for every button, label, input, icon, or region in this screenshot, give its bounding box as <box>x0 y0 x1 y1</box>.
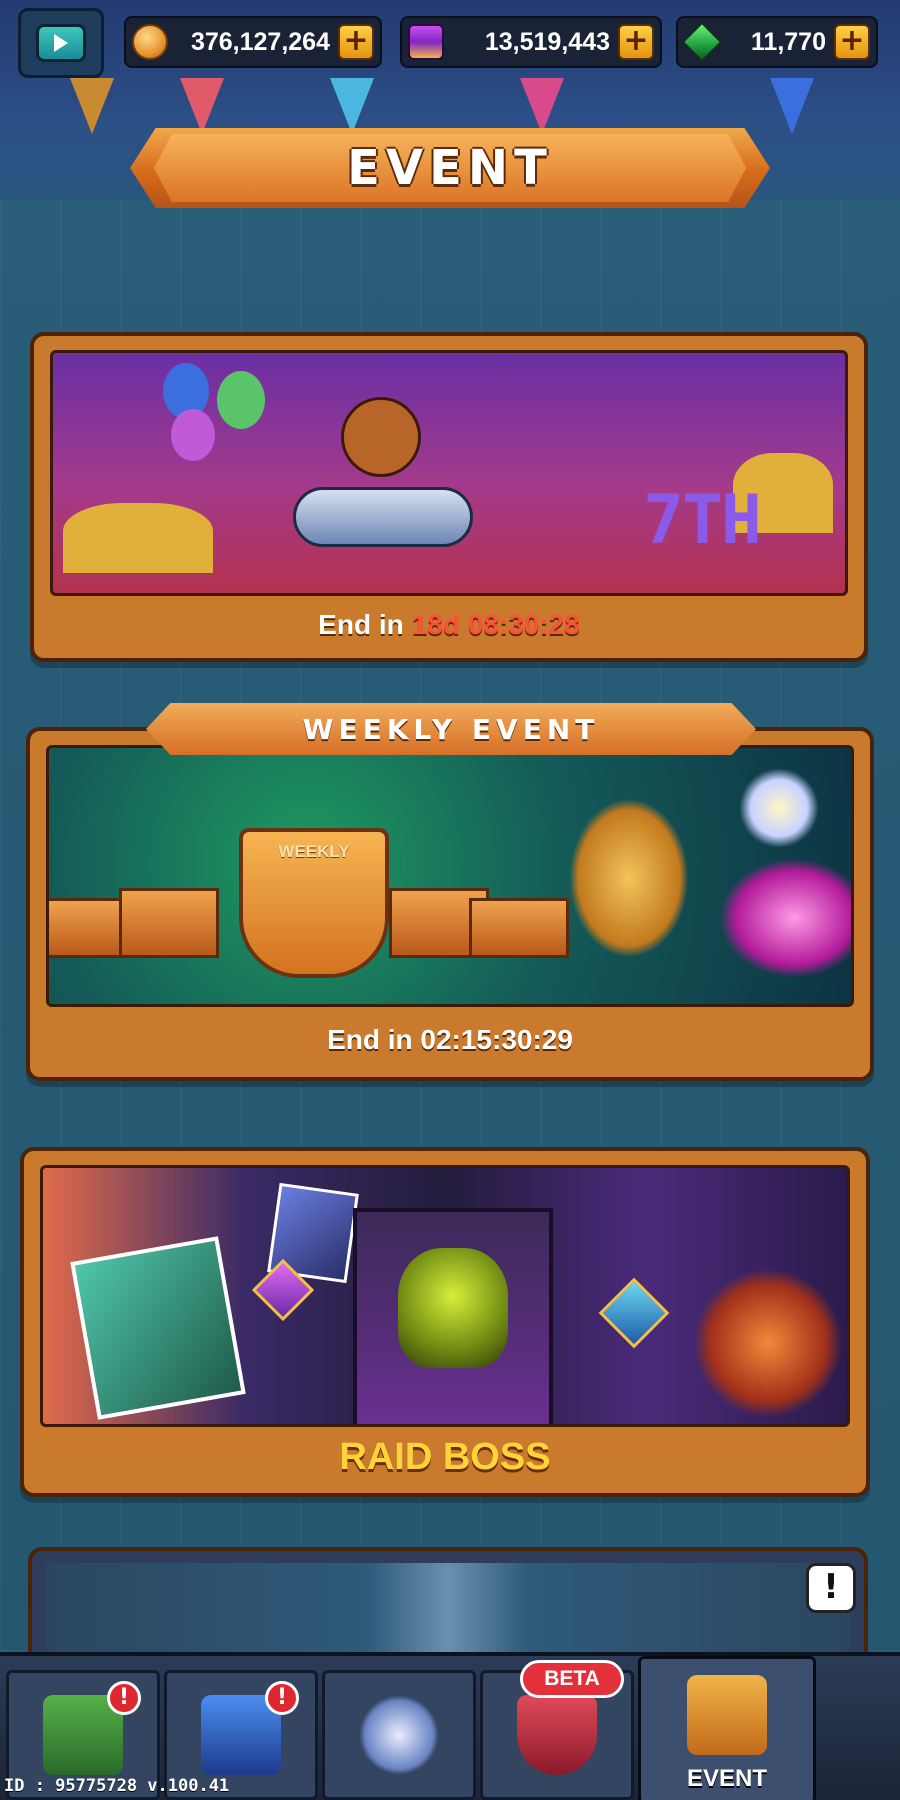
pink-winged-ship-icon <box>719 858 851 978</box>
bunting-flag <box>520 78 564 134</box>
nav-hangar[interactable] <box>322 1670 476 1800</box>
weekly-event-title: WEEKLY EVENT <box>302 712 600 746</box>
weekly-timer: End in 02:15:30:29 <box>327 1024 573 1055</box>
weekly-event-card[interactable]: WEEKLY End in 02:15:30:29 <box>26 727 874 1081</box>
anniversary-timer: End in 18d 08:30:28 <box>34 592 864 658</box>
golden-spaceship-icon <box>569 798 689 958</box>
timer-value: 18d 08:30:28 <box>411 609 580 640</box>
coin-amount: 376,127,264 <box>190 27 330 56</box>
add-crystals-button[interactable]: + <box>618 24 654 60</box>
add-gems-button[interactable]: + <box>834 24 870 60</box>
notification-badge: ! <box>265 1681 299 1715</box>
nav-event[interactable]: EVENT <box>638 1656 816 1800</box>
notification-badge: ! <box>107 1681 141 1715</box>
bunting-flag <box>180 78 224 134</box>
build-version-text: ID : 95775728 v.100.41 <box>4 1776 230 1796</box>
raid-boss-event-card[interactable]: RAID BOSS <box>20 1147 870 1497</box>
reward-box <box>119 888 219 958</box>
coin-pile <box>63 503 213 573</box>
gem-amount: 11,770 <box>750 27 826 56</box>
shield-wings-icon <box>517 1695 597 1775</box>
gem-counter: 11,770 + <box>676 16 878 68</box>
purple-crystal-icon <box>408 24 444 60</box>
seventh-anniversary-badge: 7TH <box>643 481 762 560</box>
gold-coin-icon <box>132 24 168 60</box>
reward-box <box>49 898 125 958</box>
video-ad-button[interactable] <box>18 8 104 78</box>
tv-play-icon <box>36 24 86 62</box>
nav-event-label: EVENT <box>686 1765 767 1792</box>
raid-boss-title: RAID BOSS <box>339 1435 551 1478</box>
event-trophy-icon <box>687 1675 767 1755</box>
coin-counter: 376,127,264 + <box>124 16 382 68</box>
anniversary-event-card[interactable]: 7TH End in 18d 08:30:28 <box>30 332 868 662</box>
timer-label: End in <box>318 609 404 640</box>
add-coins-button[interactable]: + <box>338 24 374 60</box>
bunting-flag <box>70 78 114 134</box>
anniversary-banner-image: 7TH <box>50 350 848 596</box>
reward-box <box>469 898 569 958</box>
spaceship-icon <box>359 1695 439 1775</box>
balloon-icon <box>171 409 215 461</box>
balloon-icon <box>217 371 265 429</box>
tournament-event-card[interactable] <box>28 1547 868 1667</box>
tournament-banner-image <box>46 1563 850 1663</box>
white-spaceship-icon <box>739 768 819 848</box>
currency-bar: 376,127,264 + 13,519,443 + 11,770 + <box>0 0 900 78</box>
beta-badge: BETA <box>520 1660 624 1698</box>
bunting-flag <box>770 78 814 134</box>
blue-gem-icon <box>598 1277 670 1349</box>
bunting-flag <box>330 78 374 134</box>
crystal-amount: 13,519,443 <box>484 27 610 56</box>
boss-card-icon <box>70 1236 246 1420</box>
crystal-counter: 13,519,443 + <box>400 16 662 68</box>
trophy-label: WEEKLY <box>278 842 350 861</box>
green-gem-icon <box>682 22 722 62</box>
raid-boss-banner-image <box>40 1165 850 1427</box>
alert-icon: ! <box>806 1563 856 1613</box>
pilot-on-spaceship-illustration <box>293 397 473 567</box>
page-title-plate: EVENT <box>130 128 770 208</box>
page-title: EVENT <box>347 140 553 196</box>
raid-boss-illustration <box>398 1248 508 1368</box>
fire-boss-illustration <box>693 1268 843 1418</box>
weekly-banner-image: WEEKLY <box>46 745 854 1007</box>
weekly-event-ribbon: WEEKLY EVENT <box>146 703 756 755</box>
